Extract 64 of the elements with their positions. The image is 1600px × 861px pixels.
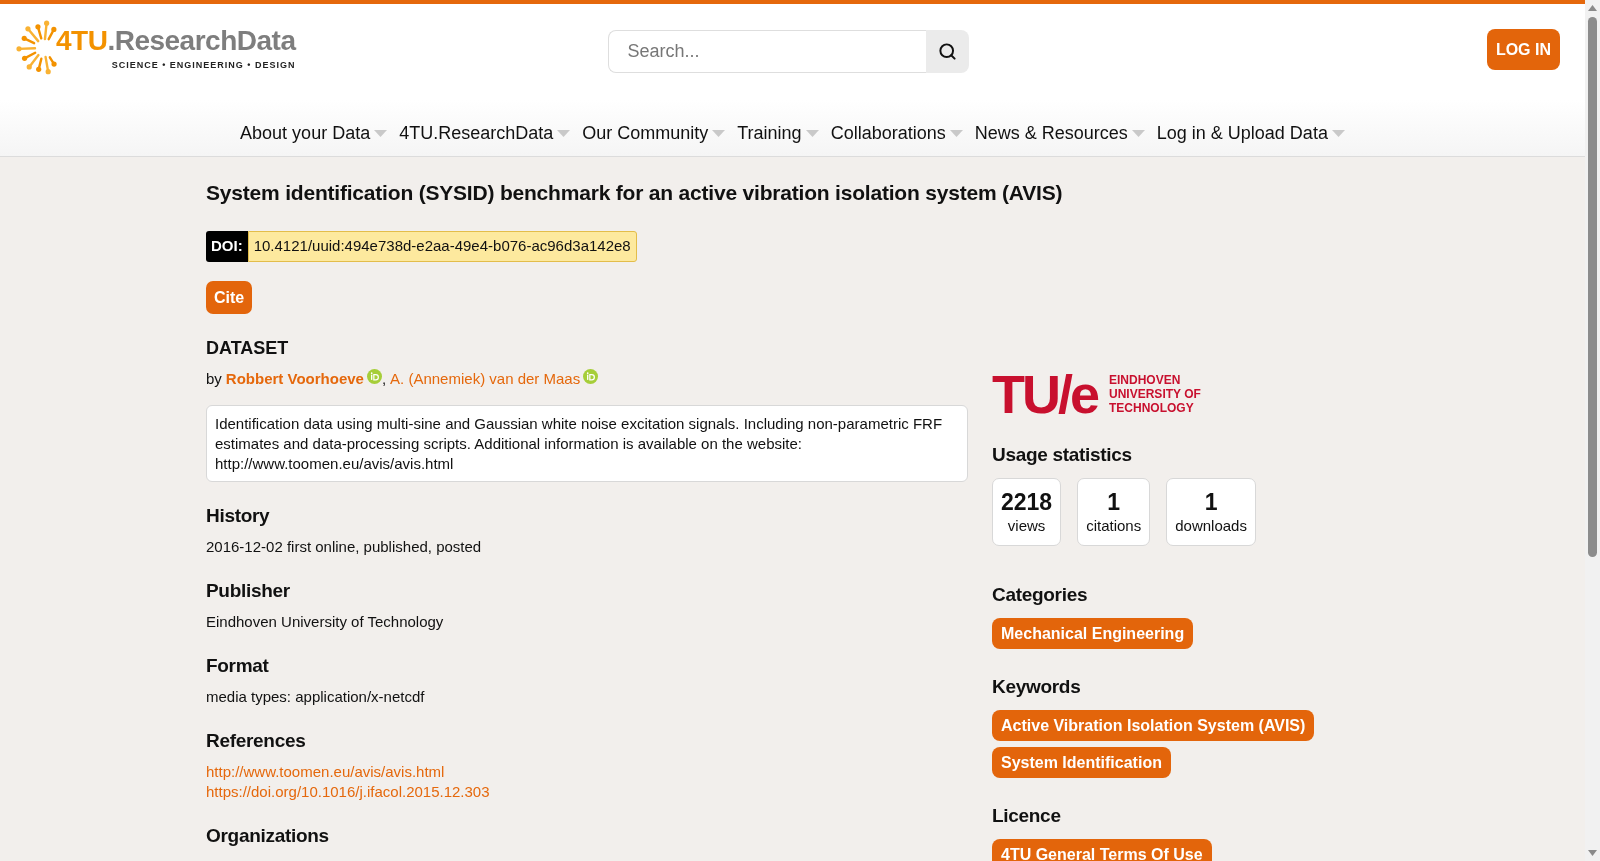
institution-logo-text: TECHNOLOGY: [1109, 401, 1195, 415]
site-logo[interactable]: 4TU.ResearchData SCIENCE • ENGINEERING • DESIGN: [16, 18, 296, 78]
byline-prefix: by: [206, 369, 222, 389]
caret-down-icon: [712, 129, 726, 137]
nav-menu-item[interactable]: 4TU.ResearchData: [399, 119, 571, 147]
section-heading: Licence: [992, 804, 1062, 828]
section-text: 2016-12-02 first online, published, posted: [206, 537, 482, 557]
nav-menu-item[interactable]: Log in & Upload Data: [1156, 119, 1345, 147]
section-heading: Categories: [992, 583, 1089, 607]
caret-down-icon: [949, 129, 963, 137]
dataset-title: System identification (SYSID) benchmark for an active vibration isolation system (AVIS): [206, 180, 1063, 206]
doi-label: DOI:: [206, 231, 248, 262]
scrollbar-thumb[interactable]: [1588, 17, 1597, 557]
nav-menu-item[interactable]: Training: [737, 119, 819, 147]
section-heading: Keywords: [992, 675, 1082, 699]
stat-label: citations: [1086, 516, 1142, 536]
reference-link[interactable]: http://www.toomen.eu/avis/avis.html: [206, 762, 445, 782]
author-link[interactable]: Robbert Voorhoeve: [225, 369, 364, 389]
stat-value: 2218: [1001, 488, 1053, 516]
author-separator: ,: [381, 369, 387, 389]
scrollbar[interactable]: [1585, 0, 1600, 861]
keyword-tag[interactable]: Active Vibration Isolation System (AVIS): [992, 710, 1315, 741]
section-heading: Organizations: [206, 824, 329, 848]
search-button[interactable]: [925, 30, 969, 73]
description-box: Identification data using multi-sine and Gaussian white noise excitation signals. Including non-parametric FRF estimates and data-processing scripts. Additional information is available on the website: http://www.toomen.eu/avis/avis.html: [206, 405, 968, 482]
scroll-up-icon[interactable]: [1588, 5, 1597, 11]
stat-value: 1: [1204, 488, 1218, 516]
nav-menu-item[interactable]: About your Data: [240, 119, 388, 147]
caret-down-icon: [557, 129, 571, 137]
keyword-tag[interactable]: System Identification: [992, 747, 1171, 778]
nav-menu-item[interactable]: Collaborations: [830, 119, 963, 147]
stat-label: downloads: [1175, 516, 1247, 536]
logo-mark: 4TU: [56, 27, 108, 55]
caret-down-icon: [805, 129, 819, 137]
scroll-down-icon[interactable]: [1588, 850, 1597, 856]
dataset-type-label: DATASET: [206, 337, 289, 360]
section-heading: Publisher: [206, 579, 290, 603]
institution-logo-mark: TU/e: [992, 371, 1098, 417]
stat-label: views: [1007, 516, 1046, 536]
cite-button[interactable]: Cite: [206, 281, 253, 314]
nav-menu-item[interactable]: Our Community: [582, 119, 726, 147]
section-text: Eindhoven University of Technology: [206, 612, 444, 632]
reference-link[interactable]: https://doi.org/10.1016/j.ifacol.2015.12.303: [206, 782, 490, 802]
section-heading: References: [206, 729, 306, 753]
nav-menu-item[interactable]: News & Resources: [974, 119, 1145, 147]
section-heading: History: [206, 504, 270, 528]
category-tag[interactable]: Mechanical Engineering: [992, 618, 1194, 649]
licence-tag[interactable]: 4TU General Terms Of Use: [992, 839, 1212, 861]
section-heading: Format: [206, 654, 269, 678]
search-field[interactable]: Search...: [607, 30, 926, 73]
logo-name: .ResearchData: [107, 27, 296, 55]
section-heading: Usage statistics: [992, 443, 1132, 467]
stat-value: 1: [1107, 488, 1121, 516]
author-link[interactable]: A. (Annemiek) van der Maas: [390, 369, 581, 389]
login-button[interactable]: LOG IN: [1486, 29, 1560, 70]
caret-down-icon: [374, 129, 388, 137]
doi-value: 10.4121/uuid:494e738d-e2aa-49e4-b076-ac96d3a142e8: [247, 231, 637, 262]
caret-down-icon: [1131, 129, 1145, 137]
institution-logo-text: UNIVERSITY OF: [1109, 387, 1201, 401]
search-icon: [937, 42, 957, 61]
caret-down-icon: [1331, 129, 1345, 137]
section-text: media types: application/x-netcdf: [206, 687, 425, 707]
institution-logo-text: EINDHOVEN: [1109, 373, 1182, 387]
logo-tagline: SCIENCE • ENGINEERING • DESIGN: [111, 61, 296, 70]
